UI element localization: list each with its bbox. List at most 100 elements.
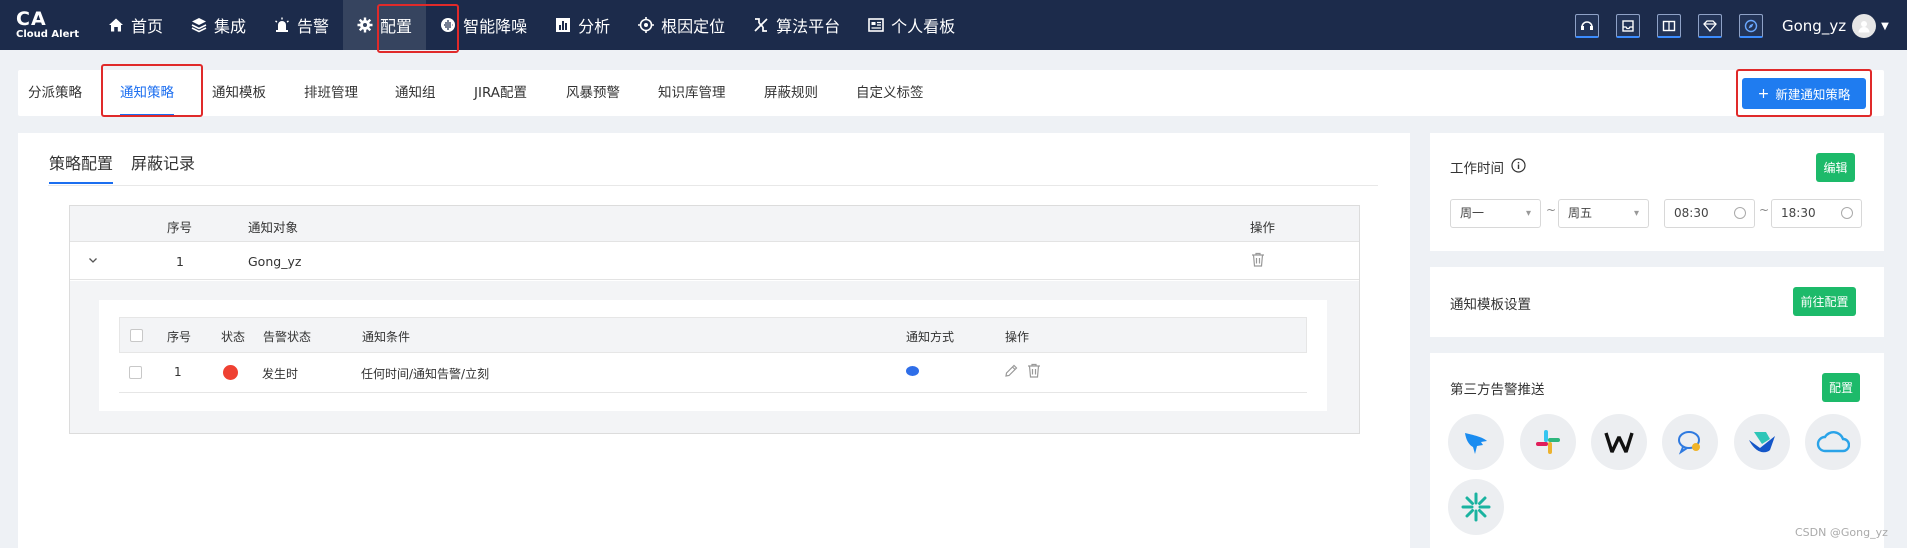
subtab-custom-tags[interactable]: 自定义标签 — [856, 70, 924, 116]
logo[interactable]: CA Cloud Alert — [16, 9, 86, 41]
chevron-down-icon: ▾ — [1525, 208, 1531, 219]
row-target: Gong_yz — [248, 254, 302, 269]
info-icon[interactable] — [1511, 158, 1526, 176]
tab-policy-config[interactable]: 策略配置 — [49, 150, 114, 184]
bar-chart-icon — [555, 17, 571, 33]
edit-icon[interactable] — [1004, 364, 1018, 381]
ncol-alert-status: 告警状态 — [263, 330, 312, 344]
home-icon — [108, 17, 124, 33]
template-settings-title: 通知模板设置 — [1450, 297, 1531, 313]
table-row[interactable]: 1 Gong_yz — [70, 242, 1359, 280]
layers-icon — [191, 17, 207, 33]
nrow-index: 1 — [174, 365, 182, 379]
chevron-down-icon: ▾ — [1633, 208, 1639, 219]
status-dot — [223, 365, 238, 380]
nav-label: 智能降噪 — [463, 17, 528, 36]
day-separator: ~ — [1546, 203, 1557, 217]
ncol-condition: 通知条件 — [362, 330, 411, 344]
highlight-notify-policy-tab — [101, 64, 203, 117]
nrow-condition: 任何时间/通知告警/立刻 — [361, 367, 490, 381]
logo-main: CA — [16, 8, 47, 30]
dingtalk-icon[interactable] — [1448, 414, 1504, 470]
nrow-alert-status: 发生时 — [262, 367, 299, 381]
third-party-title: 第三方告警推送 — [1450, 382, 1545, 398]
day-from-value: 周一 — [1460, 206, 1485, 220]
day-from-select[interactable]: 周一 ▾ — [1450, 199, 1541, 228]
watermark: CSDN @Gong_yz — [1795, 526, 1888, 539]
third-party-config-button[interactable]: 配置 — [1822, 373, 1860, 402]
dashboard-icon — [868, 17, 884, 33]
nav-item-root-cause[interactable]: 根因定位 — [624, 0, 739, 50]
subtab-notify-group[interactable]: 通知组 — [395, 70, 436, 116]
nav-label: 分析 — [578, 17, 611, 36]
feishu-icon[interactable] — [1734, 414, 1790, 470]
nav-item-algorithm[interactable]: 算法平台 — [739, 0, 854, 50]
policy-table-header: 序号 通知对象 操作 — [70, 206, 1359, 242]
subtab-mute-rules[interactable]: 屏蔽规则 — [764, 70, 818, 116]
select-all-checkbox[interactable] — [130, 329, 143, 342]
tab-mute-log[interactable]: 屏蔽记录 — [131, 150, 195, 184]
slack-icon[interactable] — [1520, 414, 1576, 470]
nested-table-header: 序号 状态 告警状态 通知条件 通知方式 操作 — [119, 317, 1307, 353]
work-time-card: 工作时间 编辑 周一 ▾ ~ 周五 ▾ 08:30 ~ 18:30 — [1430, 133, 1884, 251]
goto-config-button[interactable]: 前往配置 — [1793, 287, 1856, 316]
ncol-index: 序号 — [167, 330, 192, 344]
config-subtabs: 分派策略 通知策略 通知模板 排班管理 通知组 JIRA配置 风暴预警 知识库管… — [18, 70, 1884, 116]
cloud-icon[interactable] — [1805, 414, 1861, 470]
nav-label: 首页 — [131, 17, 164, 36]
day-to-value: 周五 — [1568, 206, 1593, 220]
highlight-new-button — [1736, 69, 1872, 117]
subtab-knowledge-base[interactable]: 知识库管理 — [658, 70, 726, 116]
policy-main-panel: 策略配置 屏蔽记录 序号 通知对象 操作 1 Gong_yz 序号 状态 告警状… — [18, 133, 1410, 548]
subtab-notify-template[interactable]: 通知模板 — [212, 70, 266, 116]
wecom-w-icon[interactable] — [1591, 414, 1647, 470]
table-row[interactable]: 1 发生时 任何时间/通知告警/立刻 — [119, 353, 1307, 393]
collapse-chevron-icon[interactable] — [88, 253, 98, 268]
subtab-storm-warning[interactable]: 风暴预警 — [566, 70, 620, 116]
logo-sub: Cloud Alert — [16, 29, 80, 40]
nav-item-analysis[interactable]: 分析 — [541, 0, 624, 50]
target-icon — [638, 17, 655, 33]
chat-bubble-icon[interactable] — [1662, 414, 1718, 470]
row-index: 1 — [176, 254, 184, 269]
user-menu[interactable]: Gong_yz ▼ — [1782, 14, 1889, 38]
gear-icon — [357, 17, 373, 33]
diamond-icon[interactable] — [1698, 14, 1722, 38]
delete-icon[interactable] — [1027, 363, 1041, 381]
nav-item-integration[interactable]: 集成 — [177, 0, 260, 50]
subtab-schedule[interactable]: 排班管理 — [304, 70, 358, 116]
subtab-dispatch-policy[interactable]: 分派策略 — [28, 70, 82, 116]
time-to-value: 18:30 — [1781, 206, 1816, 220]
compass-icon[interactable] — [1739, 14, 1763, 38]
subtab-jira-config[interactable]: JIRA配置 — [474, 70, 527, 116]
row-checkbox[interactable] — [129, 366, 142, 379]
col-index: 序号 — [167, 220, 193, 235]
nav-label: 根因定位 — [661, 17, 726, 36]
third-party-push-card: 第三方告警推送 配置 — [1430, 353, 1884, 548]
support-icon[interactable] — [1575, 14, 1599, 38]
nav-label: 个人看板 — [891, 17, 956, 36]
delete-icon[interactable] — [1251, 252, 1265, 270]
day-to-select[interactable]: 周五 ▾ — [1558, 199, 1649, 228]
chevron-down-icon: ▼ — [1881, 20, 1889, 32]
time-from-picker[interactable]: 08:30 — [1664, 199, 1755, 228]
time-separator: ~ — [1759, 203, 1770, 217]
user-name: Gong_yz — [1782, 17, 1847, 35]
work-time-title: 工作时间 — [1450, 161, 1504, 177]
time-to-picker[interactable]: 18:30 — [1771, 199, 1862, 228]
nav-label: 算法平台 — [776, 17, 841, 36]
ncol-method: 通知方式 — [906, 330, 955, 344]
nav-item-home[interactable]: 首页 — [94, 0, 177, 50]
spark-icon[interactable] — [1448, 479, 1504, 535]
edit-work-time-button[interactable]: 编辑 — [1816, 153, 1855, 182]
ncol-actions: 操作 — [1005, 330, 1030, 344]
inbox-icon[interactable] — [1616, 14, 1640, 38]
nav-item-alert[interactable]: 告警 — [260, 0, 343, 50]
book-icon[interactable] — [1657, 14, 1681, 38]
tab-divider — [48, 185, 1378, 186]
clock-icon — [1734, 207, 1746, 219]
nav-item-dashboard[interactable]: 个人看板 — [854, 0, 969, 50]
notify-method-icon — [906, 366, 919, 376]
main-nav: 首页 集成 告警 配置 智能降噪 分析 根因定位 算法平台 个人看板 — [94, 0, 969, 50]
template-settings-card: 通知模板设置 前往配置 — [1430, 267, 1884, 337]
